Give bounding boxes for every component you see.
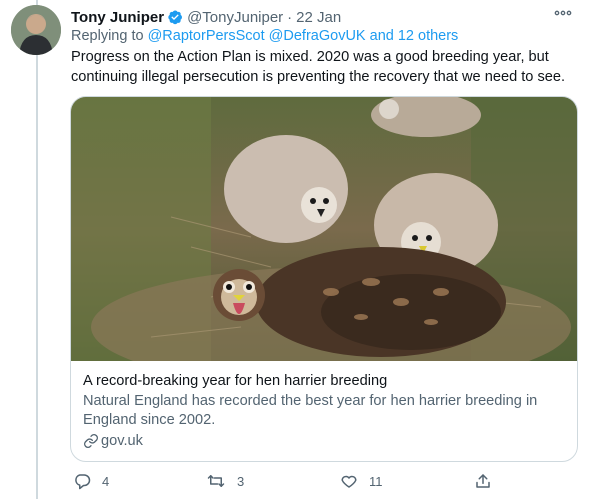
like-button[interactable]: 11 xyxy=(340,472,383,490)
retweet-count: 3 xyxy=(237,473,245,489)
like-count: 11 xyxy=(369,473,383,489)
tweet-text: Progress on the Action Plan is mixed. 20… xyxy=(71,49,566,85)
replying-to: Replying to @RaptorPersScot @DefraGovUK … xyxy=(71,28,458,44)
reply-icon xyxy=(75,474,91,490)
card-title: A record-breaking year for hen harrier b… xyxy=(83,373,388,389)
share-button[interactable] xyxy=(474,472,492,490)
avatar[interactable] xyxy=(11,5,61,55)
thread-line xyxy=(36,0,38,499)
more-options-icon[interactable] xyxy=(553,5,573,21)
like-icon xyxy=(341,475,357,488)
reply-count: 4 xyxy=(102,473,110,489)
replying-to-prefix: Replying to xyxy=(71,28,144,44)
separator-dot: · xyxy=(287,8,293,26)
link-card[interactable]: A record-breaking year for hen harrier b… xyxy=(70,96,578,462)
replying-to-others[interactable]: and 12 others xyxy=(370,28,459,44)
link-icon xyxy=(84,434,98,448)
tweet-date[interactable]: 22 Jan xyxy=(296,9,341,26)
author-handle[interactable]: @TonyJuniper xyxy=(187,9,283,26)
share-icon xyxy=(476,474,490,488)
retweet-icon xyxy=(207,475,225,487)
author-name[interactable]: Tony Juniper xyxy=(71,9,164,26)
card-description: Natural England has recorded the best ye… xyxy=(83,393,538,428)
reply-button[interactable]: 4 xyxy=(73,472,109,490)
hen-harrier-chicks-photo xyxy=(71,97,577,361)
card-domain-text: gov.uk xyxy=(101,433,143,449)
verified-badge-icon xyxy=(167,9,183,25)
tweet-actions: 4 3 11 xyxy=(70,472,500,494)
card-domain: gov.uk xyxy=(83,433,565,449)
retweet-button[interactable]: 3 xyxy=(206,472,244,490)
tweet-header: Tony Juniper @TonyJuniper · 22 Jan xyxy=(71,6,581,28)
replying-to-users[interactable]: @RaptorPersScot @DefraGovUK xyxy=(148,28,366,44)
